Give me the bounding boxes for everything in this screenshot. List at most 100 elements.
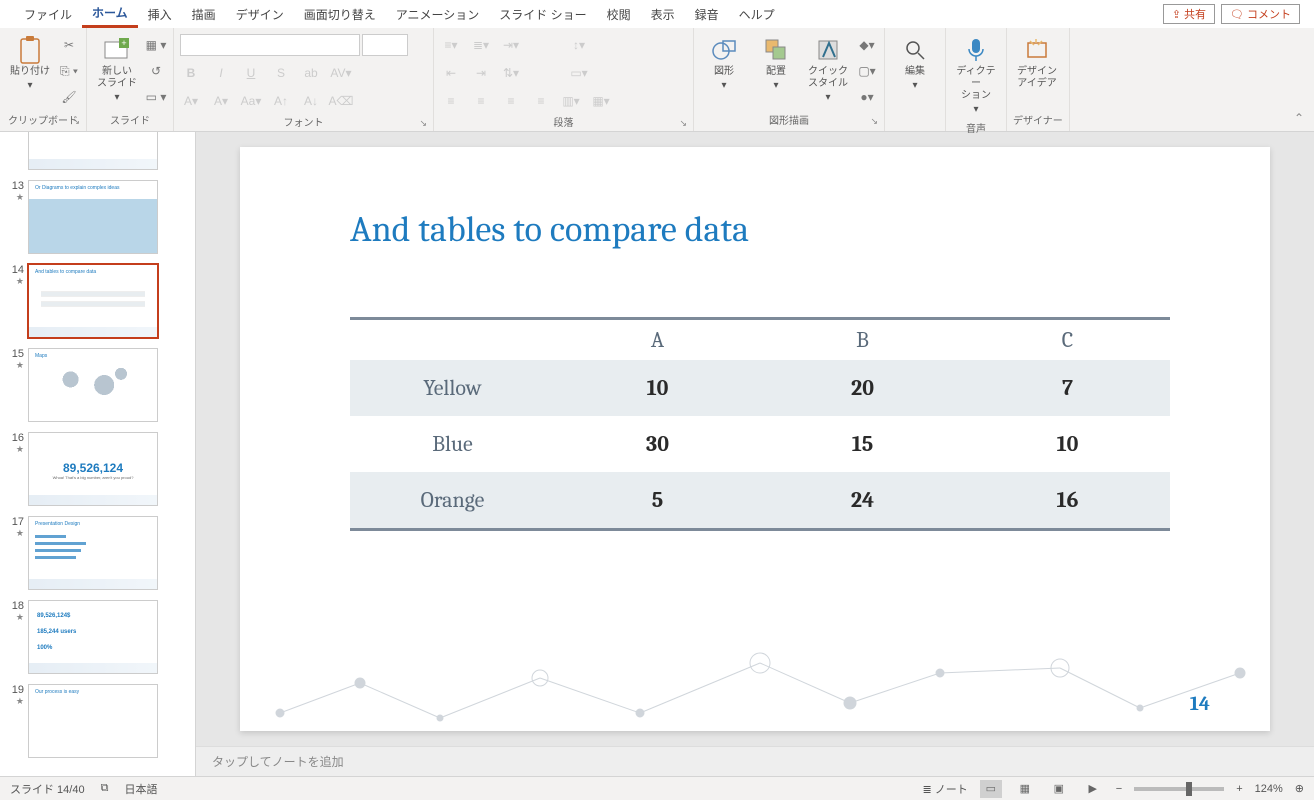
dialog-launcher-icon[interactable]: ↘ bbox=[72, 116, 80, 127]
grow-font-button[interactable]: A↑ bbox=[270, 90, 292, 112]
italic-button[interactable]: I bbox=[210, 62, 232, 84]
zoom-out-button[interactable]: − bbox=[1116, 783, 1122, 795]
bullets-button[interactable]: ≡▾ bbox=[440, 34, 462, 56]
tab-home[interactable]: ホーム bbox=[82, 0, 138, 28]
numbering-button[interactable]: ≣▾ bbox=[470, 34, 492, 56]
underline-button[interactable]: U bbox=[240, 62, 262, 84]
shadow-button[interactable]: ab bbox=[300, 62, 322, 84]
shapes-button[interactable]: 図形 ▾ bbox=[700, 34, 748, 94]
fit-to-window-button[interactable]: ⊕ bbox=[1295, 782, 1304, 795]
columns-button[interactable]: ▥▾ bbox=[560, 90, 582, 112]
dialog-launcher-icon[interactable]: ↘ bbox=[419, 118, 427, 129]
quick-styles-button[interactable]: クイック スタイル ▾ bbox=[804, 34, 852, 106]
tab-design[interactable]: デザイン bbox=[226, 2, 294, 27]
font-size-select[interactable] bbox=[362, 34, 408, 56]
thumbnail-panel[interactable]: 13★ Or Diagrams to explain complex ideas… bbox=[0, 132, 196, 776]
thumbnail-17[interactable]: 17★ Presentation Design bbox=[2, 516, 193, 590]
new-slide-button[interactable]: + 新しい スライド ▾ bbox=[93, 34, 141, 106]
dialog-launcher-icon[interactable]: ↘ bbox=[870, 116, 878, 127]
shape-outline-button[interactable]: ▢▾ bbox=[856, 60, 878, 82]
dialog-launcher-icon[interactable]: ↘ bbox=[679, 118, 687, 129]
justify-button[interactable]: ≡ bbox=[530, 90, 552, 112]
tab-draw[interactable]: 描画 bbox=[182, 2, 226, 27]
tab-insert[interactable]: 挿入 bbox=[138, 2, 182, 27]
align-right-button[interactable]: ≡ bbox=[500, 90, 522, 112]
table-header: B bbox=[760, 327, 965, 353]
thumbnail-12-partial[interactable] bbox=[2, 132, 193, 170]
notes-toggle[interactable]: ≣ ノート bbox=[922, 781, 967, 797]
change-case-button[interactable]: Aa▾ bbox=[240, 90, 262, 112]
sorter-view-button[interactable]: ▦ bbox=[1014, 780, 1036, 798]
thumbnail-14[interactable]: 14★ And tables to compare data bbox=[2, 264, 193, 338]
text-direction-button[interactable]: ⇅▾ bbox=[500, 62, 522, 84]
quick-styles-icon bbox=[814, 36, 842, 64]
thumbnail-19[interactable]: 19★ Our process is easy bbox=[2, 684, 193, 758]
tab-view[interactable]: 表示 bbox=[641, 2, 685, 27]
slide-canvas-area[interactable]: And tables to compare data A B C Yellow … bbox=[196, 132, 1314, 746]
ribbon-collapse-button[interactable]: ⌃ bbox=[1284, 28, 1314, 131]
accessibility-icon[interactable]: ⧉ bbox=[101, 782, 109, 795]
design-ideas-button[interactable]: デザイン アイデア bbox=[1013, 34, 1061, 92]
thumbnail-18[interactable]: 18★ 89,526,124$ 185,244 users 100% bbox=[2, 600, 193, 674]
align-center-button[interactable]: ≡ bbox=[470, 90, 492, 112]
zoom-in-button[interactable]: + bbox=[1236, 783, 1242, 795]
comment-button[interactable]: 🗨 コメント bbox=[1221, 4, 1300, 24]
zoom-slider[interactable] bbox=[1134, 787, 1224, 791]
mic-icon bbox=[962, 36, 990, 64]
reset-button[interactable]: ↺ bbox=[145, 60, 167, 82]
bold-button[interactable]: B bbox=[180, 62, 202, 84]
shape-effects-button[interactable]: ●▾ bbox=[856, 86, 878, 108]
cell: 7 bbox=[965, 375, 1170, 401]
increase-indent-button[interactable]: ⇥ bbox=[470, 62, 492, 84]
language-indicator[interactable]: 日本語 bbox=[124, 781, 157, 797]
thumbnail-15[interactable]: 15★ Maps bbox=[2, 348, 193, 422]
slide[interactable]: And tables to compare data A B C Yellow … bbox=[240, 147, 1270, 731]
notes-pane[interactable]: タップしてノートを追加 bbox=[196, 746, 1314, 776]
cut-button[interactable]: ✂ bbox=[58, 34, 80, 56]
arrange-button[interactable]: 配置 ▾ bbox=[752, 34, 800, 94]
thumbnail-16[interactable]: 16★ 89,526,124Whoa! That's a big number,… bbox=[2, 432, 193, 506]
tab-help[interactable]: ヘルプ bbox=[729, 2, 785, 27]
group-label: スライド bbox=[93, 110, 167, 129]
align-text-button[interactable]: ▭▾ bbox=[568, 62, 590, 84]
tab-recording[interactable]: 録音 bbox=[685, 2, 729, 27]
tab-transitions[interactable]: 画面切り替え bbox=[294, 2, 386, 27]
thumbnail-13[interactable]: 13★ Or Diagrams to explain complex ideas bbox=[2, 180, 193, 254]
dictation-button[interactable]: ディクテー ション ▾ bbox=[952, 34, 1000, 118]
shape-fill-button[interactable]: ◆▾ bbox=[856, 34, 878, 56]
slide-title[interactable]: And tables to compare data bbox=[350, 209, 749, 250]
table-row: Blue 30 15 10 bbox=[350, 416, 1170, 472]
line-spacing-button[interactable]: ↕▾ bbox=[568, 34, 590, 56]
tab-animations[interactable]: アニメーション bbox=[386, 2, 490, 27]
cell: 10 bbox=[965, 431, 1170, 457]
share-button[interactable]: ⇪ 共有 bbox=[1163, 4, 1215, 24]
slide-page-number: 14 bbox=[1190, 692, 1210, 715]
char-spacing-button[interactable]: AV▾ bbox=[330, 62, 352, 84]
clipboard-icon bbox=[16, 36, 44, 64]
section-button[interactable]: ▭ ▾ bbox=[145, 86, 167, 108]
edit-button[interactable]: 編集 ▾ bbox=[891, 34, 939, 94]
shrink-font-button[interactable]: A↓ bbox=[300, 90, 322, 112]
decrease-indent-button[interactable]: ⇤ bbox=[440, 62, 462, 84]
reading-view-button[interactable]: ▣ bbox=[1048, 780, 1070, 798]
tab-slideshow[interactable]: スライド ショー bbox=[489, 2, 596, 27]
list-level-button[interactable]: ⇥▾ bbox=[500, 34, 522, 56]
format-painter-button[interactable]: 🖌 bbox=[58, 86, 80, 108]
copy-button[interactable]: ⎘ ▾ bbox=[58, 60, 80, 82]
tab-file[interactable]: ファイル bbox=[14, 2, 82, 27]
smartart-button[interactable]: ▦▾ bbox=[590, 90, 612, 112]
slide-table[interactable]: A B C Yellow 10 20 7 Blue 30 15 10 bbox=[350, 317, 1170, 531]
table-header: A bbox=[555, 327, 760, 353]
normal-view-button[interactable]: ▭ bbox=[980, 780, 1002, 798]
zoom-level[interactable]: 124% bbox=[1255, 783, 1283, 795]
clear-format-button[interactable]: A⌫ bbox=[330, 90, 352, 112]
paste-button[interactable]: 貼り付け ▾ bbox=[6, 34, 54, 94]
font-color-button[interactable]: A▾ bbox=[180, 90, 202, 112]
font-family-select[interactable] bbox=[180, 34, 360, 56]
tab-review[interactable]: 校閲 bbox=[597, 2, 641, 27]
strike-button[interactable]: S bbox=[270, 62, 292, 84]
highlight-button[interactable]: A▾ bbox=[210, 90, 232, 112]
slideshow-view-button[interactable]: ▶ bbox=[1082, 780, 1104, 798]
layout-button[interactable]: ▦ ▾ bbox=[145, 34, 167, 56]
align-left-button[interactable]: ≡ bbox=[440, 90, 462, 112]
